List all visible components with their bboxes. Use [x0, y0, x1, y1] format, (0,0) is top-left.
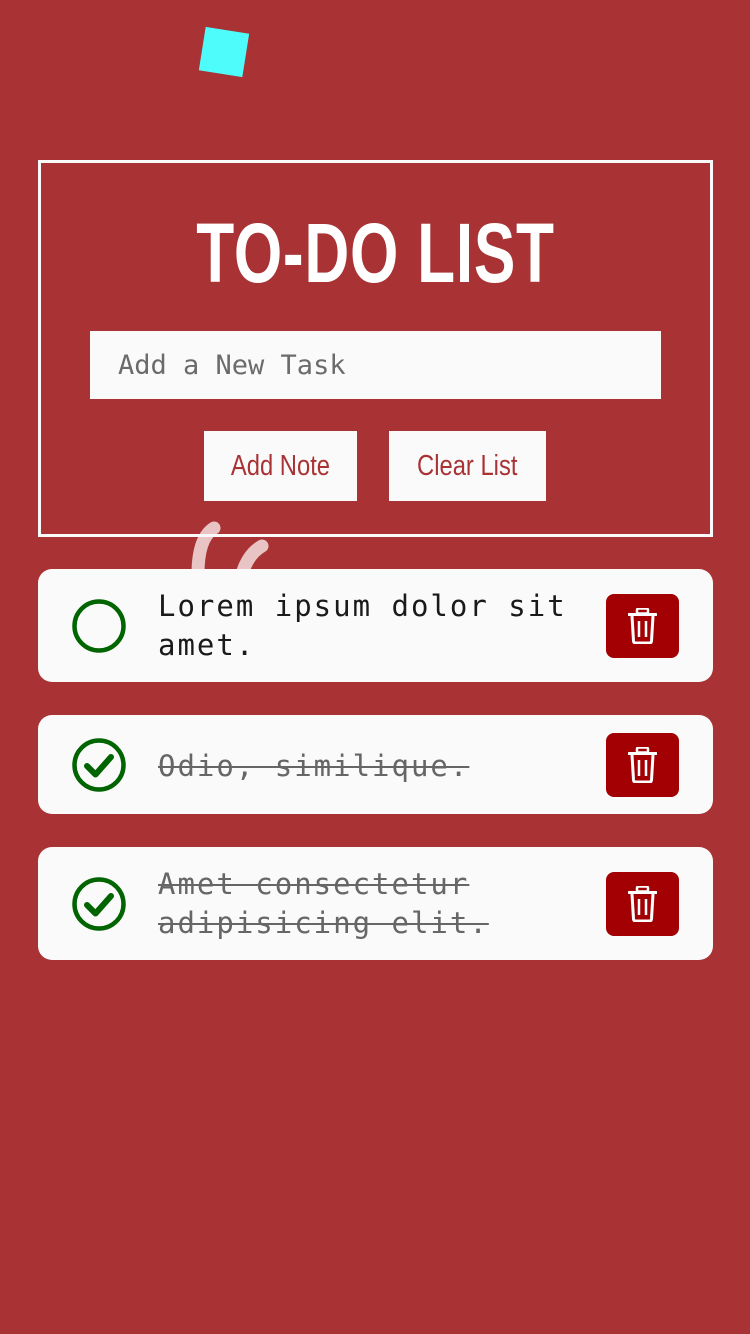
add-note-button[interactable]: Add Note	[204, 431, 357, 501]
task-text: Amet consectetur adipisicing elit.	[158, 867, 489, 940]
task-text: Lorem ipsum dolor sit amet.	[158, 589, 567, 662]
todo-header-panel: TO-DO LIST Add Note Clear List	[38, 160, 713, 537]
delete-task-button[interactable]	[606, 733, 679, 797]
delete-task-button[interactable]	[606, 872, 679, 936]
circle-icon[interactable]	[72, 599, 126, 653]
add-note-label: Add Note	[230, 449, 331, 482]
new-task-input[interactable]	[90, 331, 661, 399]
delete-task-button[interactable]	[606, 594, 679, 658]
trash-icon	[628, 747, 657, 783]
page-title: TO-DO LIST	[196, 206, 555, 300]
confetti-decoration	[198, 26, 250, 78]
task-item: Odio, similique.	[38, 715, 713, 814]
check-circle-icon[interactable]	[72, 738, 126, 792]
task-item: Amet consectetur adipisicing elit.	[38, 847, 713, 960]
task-item: Lorem ipsum dolor sit amet.	[38, 569, 713, 682]
trash-icon	[628, 886, 657, 922]
clear-list-label: Clear List	[417, 449, 518, 482]
trash-icon	[628, 608, 657, 644]
clear-list-button[interactable]: Clear List	[389, 431, 546, 501]
task-text: Odio, similique.	[158, 749, 470, 783]
check-circle-icon[interactable]	[72, 877, 126, 931]
